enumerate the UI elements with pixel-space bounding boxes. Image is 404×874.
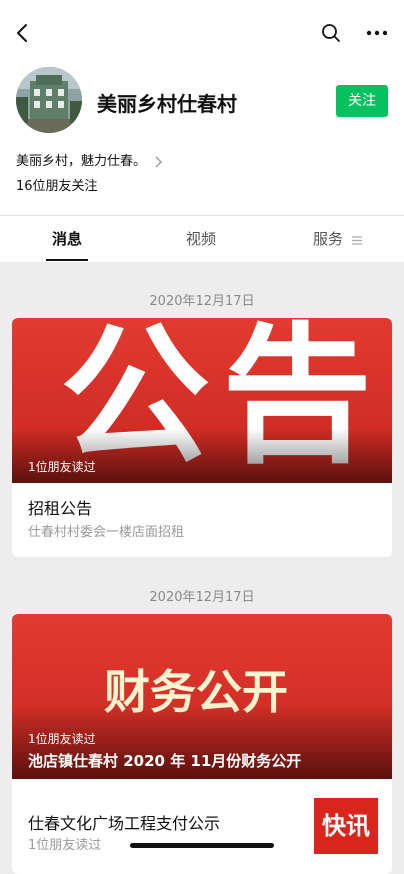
- banner-readers: 1位朋友读过: [28, 460, 96, 474]
- nav-bar: [0, 0, 404, 64]
- article-card[interactable]: 财务公开 1位朋友读过 池店镇仕春村 2020 年 11月份财务公开 仕春文化广…: [12, 614, 392, 874]
- friends-following: 16位朋友关注: [16, 179, 98, 194]
- tab-bar: 消息 视频 服务: [0, 216, 404, 262]
- feed-date: 2020年12月17日: [149, 590, 255, 605]
- article-title: 仕春文化广场工程支付公示: [28, 814, 221, 833]
- article-banner: 财务公开 1位朋友读过 池店镇仕春村 2020 年 11月份财务公开: [12, 614, 392, 779]
- article-banner: 公 告 1位朋友读过: [12, 318, 392, 483]
- back-icon[interactable]: [12, 22, 34, 44]
- banner-article-title: 池店镇仕春村 2020 年 11月份财务公开: [28, 752, 302, 770]
- follow-button[interactable]: 关注: [336, 85, 388, 117]
- bio-text: 美丽乡村，魅力仕春。: [16, 154, 147, 169]
- tab-messages[interactable]: 消息: [52, 228, 82, 249]
- chevron-right-icon: [155, 156, 163, 167]
- tab-services-label: 服务: [313, 230, 344, 248]
- menu-lines-icon: [351, 235, 362, 245]
- article-thumbnail: 快讯: [314, 798, 378, 854]
- article-title: 招租公告: [28, 499, 93, 518]
- more-icon[interactable]: [364, 22, 390, 44]
- tab-videos[interactable]: 视频: [186, 228, 216, 249]
- home-indicator: [130, 843, 274, 848]
- account-header: 美丽乡村仕春村 关注 美丽乡村，魅力仕春。 16位朋友关注 消息 视频 服务: [0, 0, 404, 262]
- account-bio[interactable]: 美丽乡村，魅力仕春。: [16, 150, 163, 169]
- avatar[interactable]: [16, 67, 82, 133]
- account-name: 美丽乡村仕春村: [97, 92, 237, 116]
- article-card[interactable]: 公 告 1位朋友读过 招租公告 仕春村村委会一楼店面招租: [12, 318, 392, 557]
- article-subtitle: 1位朋友读过: [28, 838, 102, 853]
- banner-readers: 1位朋友读过: [28, 732, 96, 746]
- search-icon[interactable]: [320, 22, 342, 44]
- active-tab-indicator: [46, 259, 88, 261]
- feed-date: 2020年12月17日: [149, 294, 255, 309]
- article-subtitle: 仕春村村委会一楼店面招租: [28, 525, 185, 540]
- tab-services[interactable]: 服务: [313, 228, 363, 249]
